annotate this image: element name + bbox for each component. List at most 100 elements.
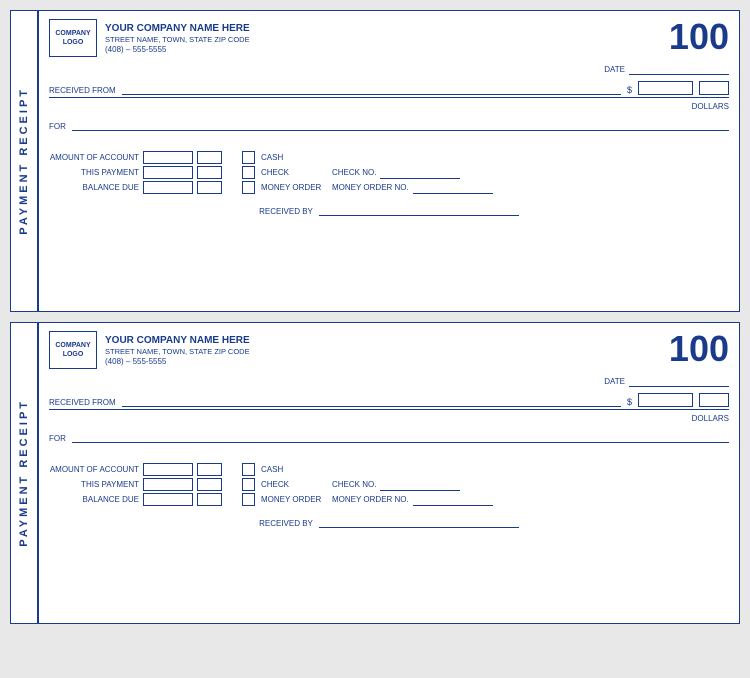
money-order-row-1: MONEY ORDER MONEY ORDER NO. [242, 181, 493, 194]
bottom-section-1: AMOUNT OF ACCOUNT THIS PAYMENT BALANCE D… [49, 151, 729, 194]
company-phone-1: (408) – 555-5555 [105, 45, 250, 54]
check-label-1: CHECK [261, 168, 326, 177]
for-row-1: FOR [49, 117, 729, 131]
amount-of-account-label-1: AMOUNT OF ACCOUNT [49, 153, 139, 162]
this-payment-input2-1[interactable] [197, 166, 222, 179]
balance-due-input-2[interactable] [143, 493, 193, 506]
dollars-label-1: DOLLARS [692, 102, 729, 111]
this-payment-input-1[interactable] [143, 166, 193, 179]
cash-checkbox-2[interactable] [242, 463, 255, 476]
received-from-input-2[interactable] [122, 393, 621, 407]
amount-table-2: AMOUNT OF ACCOUNT THIS PAYMENT BALANCE D… [49, 463, 222, 506]
received-from-label-2: RECEIVED FROM [49, 398, 116, 407]
sidebar-label-1: PAYMENT RECEIPT [18, 87, 30, 235]
bottom-section-2: AMOUNT OF ACCOUNT THIS PAYMENT BALANCE D… [49, 463, 729, 506]
amount-table-1: AMOUNT OF ACCOUNT THIS PAYMENT BALANCE D… [49, 151, 222, 194]
amount-of-account-row-2: AMOUNT OF ACCOUNT [49, 463, 222, 476]
amount-field-2[interactable] [638, 393, 693, 407]
for-row-2: FOR [49, 429, 729, 443]
for-label-2: FOR [49, 434, 66, 443]
this-payment-label-1: THIS PAYMENT [49, 168, 139, 177]
dollars-row-1: DOLLARS [49, 102, 729, 111]
balance-due-input2-1[interactable] [197, 181, 222, 194]
this-payment-input2-2[interactable] [197, 478, 222, 491]
money-order-label-1: MONEY ORDER [261, 183, 326, 192]
this-payment-label-2: THIS PAYMENT [49, 480, 139, 489]
date-label-2: DATE [604, 377, 625, 386]
cash-label-1: CASH [261, 153, 326, 162]
date-input-2[interactable] [629, 375, 729, 387]
balance-due-label-2: BALANCE DUE [49, 495, 139, 504]
cash-checkbox-1[interactable] [242, 151, 255, 164]
receipt-body-2: COMPANY LOGO YOUR COMPANY NAME HERE STRE… [39, 323, 739, 623]
received-from-input-1[interactable] [122, 81, 621, 95]
balance-due-row-2: BALANCE DUE [49, 493, 222, 506]
money-order-no-label-1: MONEY ORDER NO. [332, 183, 409, 192]
payment-type-2: CASH CHECK CHECK NO. MONEY ORDER [242, 463, 493, 506]
balance-due-row-1: BALANCE DUE [49, 181, 222, 194]
amount-of-account-input-2[interactable] [143, 463, 193, 476]
amount-of-account-input2-1[interactable] [197, 151, 222, 164]
logo-area-1: COMPANY LOGO YOUR COMPANY NAME HERE STRE… [49, 19, 250, 57]
receipts-container: PAYMENT RECEIPT COMPANY LOGO YOUR COMPAN… [10, 10, 740, 624]
money-order-checkbox-1[interactable] [242, 181, 255, 194]
received-by-input-1[interactable] [319, 202, 519, 216]
header-row-2: COMPANY LOGO YOUR COMPANY NAME HERE STRE… [49, 331, 729, 369]
amount-of-account-label-2: AMOUNT OF ACCOUNT [49, 465, 139, 474]
logo-line2-2: LOGO [63, 350, 84, 359]
company-phone-2: (408) – 555-5555 [105, 357, 250, 366]
receipt-body-1: COMPANY LOGO YOUR COMPANY NAME HERE STRE… [39, 11, 739, 311]
check-no-input-1[interactable] [380, 167, 460, 179]
company-address-2: STREET NAME, TOWN, STATE ZIP CODE [105, 347, 250, 356]
money-order-checkbox-2[interactable] [242, 493, 255, 506]
money-order-no-row-1: MONEY ORDER NO. [332, 182, 493, 194]
dollar-sign-2: $ [627, 397, 632, 407]
check-no-row-1: CHECK NO. [332, 167, 460, 179]
logo-box-2: COMPANY LOGO [49, 331, 97, 369]
amount-field-1[interactable] [638, 81, 693, 95]
money-order-label-2: MONEY ORDER [261, 495, 326, 504]
amount-field2-1[interactable] [699, 81, 729, 95]
logo-box-1: COMPANY LOGO [49, 19, 97, 57]
check-row-2: CHECK CHECK NO. [242, 478, 493, 491]
full-underline-2 [49, 409, 729, 410]
company-name-2: YOUR COMPANY NAME HERE [105, 335, 250, 346]
check-checkbox-1[interactable] [242, 166, 255, 179]
received-by-input-2[interactable] [319, 514, 519, 528]
check-no-label-2: CHECK NO. [332, 480, 376, 489]
logo-line1-2: COMPANY [55, 341, 90, 350]
money-order-no-input-2[interactable] [413, 494, 493, 506]
for-input-2[interactable] [72, 429, 729, 443]
check-no-input-2[interactable] [380, 479, 460, 491]
date-label-1: DATE [604, 65, 625, 74]
amount-of-account-input-1[interactable] [143, 151, 193, 164]
check-checkbox-2[interactable] [242, 478, 255, 491]
logo-area-2: COMPANY LOGO YOUR COMPANY NAME HERE STRE… [49, 331, 250, 369]
check-label-2: CHECK [261, 480, 326, 489]
received-from-row-2: RECEIVED FROM $ [49, 393, 729, 407]
money-order-no-input-1[interactable] [413, 182, 493, 194]
received-by-label-1: RECEIVED BY [259, 207, 313, 216]
receipt-number-2: 100 [669, 331, 729, 367]
date-input-1[interactable] [629, 63, 729, 75]
amount-of-account-input2-2[interactable] [197, 463, 222, 476]
check-row-1: CHECK CHECK NO. [242, 166, 493, 179]
receipt-2: PAYMENT RECEIPT COMPANY LOGO YOUR COMPAN… [10, 322, 740, 624]
this-payment-input-2[interactable] [143, 478, 193, 491]
balance-due-input-1[interactable] [143, 181, 193, 194]
money-order-no-label-2: MONEY ORDER NO. [332, 495, 409, 504]
sidebar-1: PAYMENT RECEIPT [11, 11, 39, 311]
company-info-2: YOUR COMPANY NAME HERE STREET NAME, TOWN… [105, 335, 250, 366]
received-from-row-1: RECEIVED FROM $ [49, 81, 729, 95]
balance-due-input2-2[interactable] [197, 493, 222, 506]
dollar-sign-1: $ [627, 85, 632, 95]
full-line-2 [49, 409, 729, 410]
received-by-row-2: RECEIVED BY [49, 514, 729, 528]
money-order-row-2: MONEY ORDER MONEY ORDER NO. [242, 493, 493, 506]
received-from-label-1: RECEIVED FROM [49, 86, 116, 95]
sidebar-2: PAYMENT RECEIPT [11, 323, 39, 623]
receipt-number-1: 100 [669, 19, 729, 55]
for-input-1[interactable] [72, 117, 729, 131]
amount-field2-2[interactable] [699, 393, 729, 407]
sidebar-label-2: PAYMENT RECEIPT [18, 399, 30, 547]
